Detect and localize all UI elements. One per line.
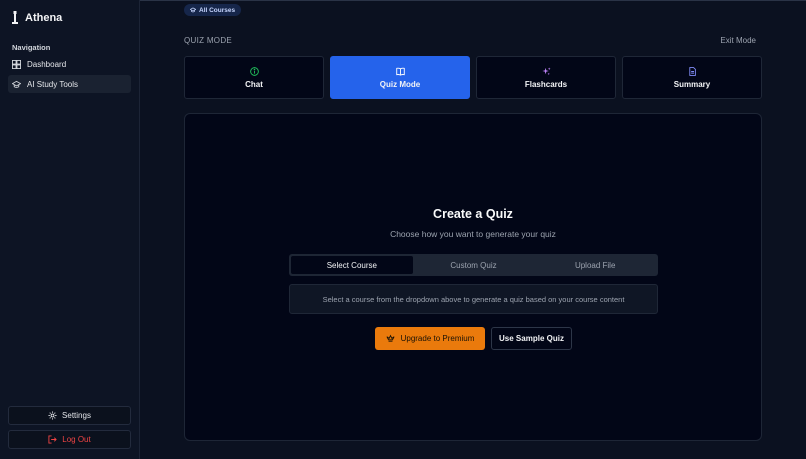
settings-button[interactable]: Settings (8, 406, 131, 425)
sidebar-item-label: AI Study Tools (27, 79, 78, 89)
upgrade-premium-button[interactable]: Upgrade to Premium (375, 327, 485, 350)
chat-info-icon (249, 66, 259, 76)
athena-logo-icon (12, 11, 18, 24)
logout-icon (48, 435, 58, 444)
tab-label: Chat (245, 79, 263, 89)
sidebar-item-label: Dashboard (27, 59, 67, 69)
book-icon (395, 67, 405, 76)
main-content: All Courses QUIZ MODE Exit Mode Chat Qui… (140, 0, 806, 459)
sparkles-icon (541, 66, 551, 75)
course-chip[interactable]: All Courses (184, 4, 242, 16)
sidebar-item-dashboard[interactable]: Dashboard (8, 55, 131, 73)
option-custom-quiz[interactable]: Custom Quiz (413, 256, 535, 274)
top-divider (140, 0, 806, 1)
logout-button[interactable]: Log Out (8, 430, 131, 449)
graduation-cap-icon (12, 80, 21, 88)
tab-chat[interactable]: Chat (184, 56, 324, 99)
gear-icon (48, 411, 57, 420)
sidebar-item-ai-study-tools[interactable]: AI Study Tools (8, 75, 131, 93)
option-select-course[interactable]: Select Course (291, 256, 413, 274)
tab-label: Summary (673, 79, 711, 89)
quiz-source-selector: Select Course Custom Quiz Upload File (289, 254, 658, 276)
dashboard-icon (12, 59, 21, 69)
use-sample-quiz-button[interactable]: Use Sample Quiz (491, 327, 572, 350)
quiz-subtitle: Choose how you want to generate your qui… (390, 229, 556, 239)
course-chip-label: All Courses (199, 6, 236, 14)
crown-icon (386, 334, 395, 342)
quiz-title: Create a Quiz (433, 207, 513, 221)
document-icon (688, 66, 696, 76)
tab-label: Flashcards (524, 79, 568, 89)
tab-quiz-mode[interactable]: Quiz Mode (330, 56, 470, 99)
graduation-cap-icon (190, 7, 196, 13)
info-message: Select a course from the dropdown above … (289, 284, 658, 314)
nav-section-title: Navigation (12, 43, 51, 52)
app-root: Athena Navigation Dashboard AI Study Too… (0, 0, 806, 459)
mode-label: QUIZ MODE (184, 36, 233, 45)
settings-label: Settings (62, 411, 91, 420)
logout-label: Log Out (62, 435, 91, 444)
sidebar: Athena Navigation Dashboard AI Study Too… (0, 0, 140, 459)
option-upload-file[interactable]: Upload File (534, 256, 656, 274)
tab-label: Quiz Mode (379, 79, 421, 89)
exit-mode-button[interactable]: Exit Mode (720, 36, 756, 45)
brand[interactable]: Athena (11, 11, 62, 24)
tab-flashcards[interactable]: Flashcards (476, 56, 616, 99)
premium-label: Upgrade to Premium (400, 334, 475, 343)
app-name: Athena (25, 11, 63, 24)
tab-summary[interactable]: Summary (622, 56, 762, 99)
quiz-panel: Create a Quiz Choose how you want to gen… (184, 113, 762, 441)
